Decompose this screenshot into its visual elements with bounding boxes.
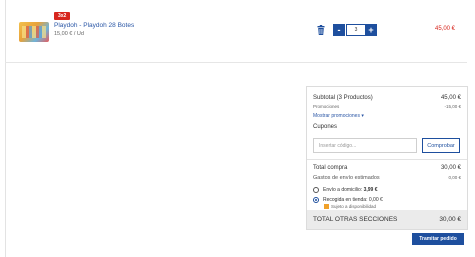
product-thumbnail[interactable]	[19, 22, 49, 42]
total-label: Total compra	[313, 165, 348, 171]
promotions-row: Promociones -15,00 €	[313, 104, 461, 109]
sections-total-label: TOTAL OTRAS SECCIONES	[313, 216, 398, 223]
promotions-label: Promociones	[313, 104, 340, 109]
store-pickup-label[interactable]: Recogida en tienda: 0,00 €	[323, 197, 461, 203]
quantity-decrease-button[interactable]: -	[333, 24, 345, 36]
line-total: 45,00 €	[435, 26, 456, 32]
total-value: 30,00 €	[440, 165, 461, 171]
order-summary-panel: Subtotal (3 Productos) 45,00 € Promocion…	[306, 86, 468, 230]
availability-icon	[324, 204, 329, 209]
sections-total-value: 30,00 €	[439, 216, 461, 223]
promo-badge: 3x2	[54, 12, 71, 20]
check-coupon-button[interactable]: Comprobar	[422, 138, 460, 153]
show-promotions-link[interactable]: Mostrar promociones ▾	[313, 113, 461, 119]
product-name-link[interactable]: Playdoh - Playdoh 28 Botes	[54, 22, 134, 29]
subtotal-row: Subtotal (3 Productos) 45,00 €	[313, 95, 461, 101]
shipping-value: 0,00 €	[448, 175, 461, 180]
quantity-increase-button[interactable]: +	[365, 24, 377, 36]
sections-total-bar: TOTAL OTRAS SECCIONES 30,00 €	[307, 210, 467, 229]
promotions-value: -15,00 €	[444, 104, 461, 109]
store-pickup-radio[interactable]	[313, 197, 319, 203]
subtotal-value: 45,00 €	[440, 95, 461, 101]
home-delivery-option[interactable]: Envío a domicilio: 3,99 €	[323, 187, 461, 193]
home-delivery-price: 3,99 €	[363, 187, 378, 193]
checkout-button[interactable]: Tramitar pedido	[412, 233, 464, 245]
coupon-code-input[interactable]: Insertar código...	[313, 138, 417, 153]
home-delivery-label: Envío a domicilio:	[323, 187, 364, 193]
availability-note: Sujeto a disponibilidad	[331, 204, 377, 209]
coupons-label: Cupones	[313, 124, 338, 130]
shipping-row: Gastos de envío estimados 0,00 €	[313, 175, 461, 181]
home-delivery-radio[interactable]	[313, 187, 319, 193]
total-row: Total compra 30,00 €	[313, 165, 461, 171]
cart-line-item: 3x2 Playdoh - Playdoh 28 Botes 15,00 € /…	[5, 0, 467, 63]
shipping-label: Gastos de envío estimados	[313, 175, 380, 181]
product-unit-price: 15,00 € / Ud	[54, 31, 84, 37]
trash-icon[interactable]	[317, 25, 325, 35]
quantity-input[interactable]: 3	[346, 24, 366, 36]
subtotal-label: Subtotal (3 Productos)	[313, 95, 373, 101]
sections-total-row: TOTAL OTRAS SECCIONES 30,00 €	[313, 216, 461, 223]
summary-divider	[307, 159, 467, 160]
